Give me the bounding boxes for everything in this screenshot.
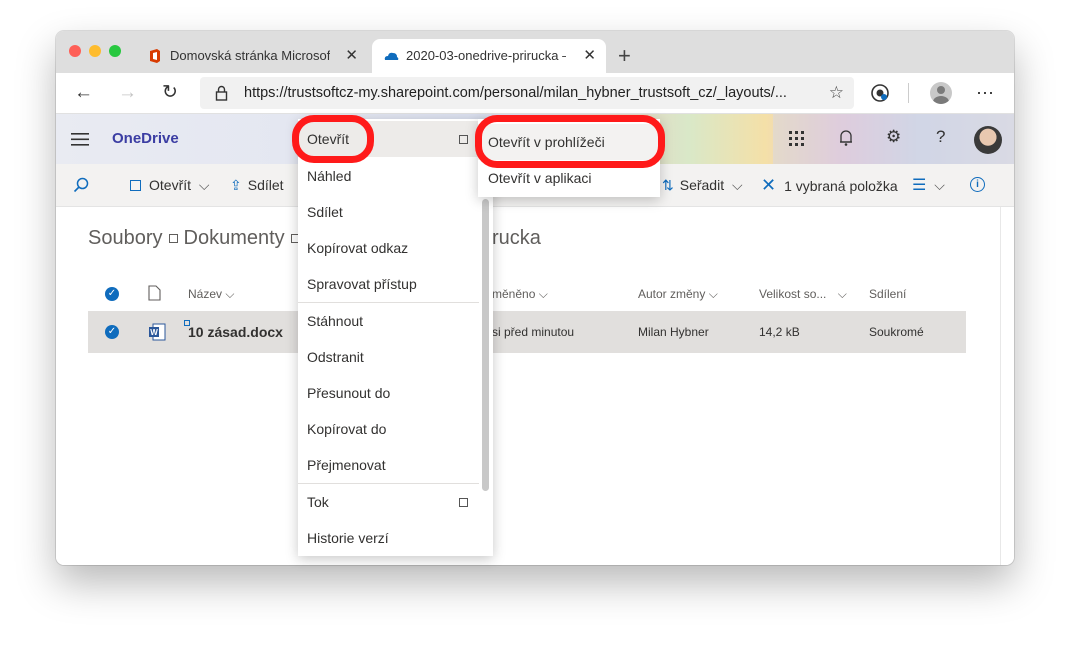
menu-item-preview[interactable]: Náhled — [298, 158, 479, 194]
chevron-down-icon: ⌵ — [198, 177, 210, 193]
tab-office-home[interactable]: Domovská stránka Microsoft O ✕ — [136, 39, 368, 73]
profile-icon[interactable] — [930, 82, 952, 104]
tab-onedrive[interactable]: 2020-03-onedrive-prirucka – O ✕ — [372, 39, 606, 73]
sort-command[interactable]: ⇅ Seřadit ⌵ — [662, 164, 743, 206]
open-command[interactable]: Otevřít ⌵ — [130, 164, 210, 206]
column-header-modified[interactable]: měněno ⌵ — [492, 287, 548, 302]
address-bar[interactable]: https://trustsoftcz-my.sharepoint.com/pe… — [200, 77, 854, 109]
help-icon[interactable]: ? — [936, 127, 945, 147]
file-type-icon — [148, 285, 161, 301]
breadcrumb-folder[interactable]: Dokumenty — [184, 227, 285, 249]
reload-button[interactable]: ↻ — [162, 79, 178, 107]
view-options-command[interactable]: ☰ ⌵ — [912, 164, 945, 207]
more-options-icon[interactable]: ⋯ — [976, 79, 994, 107]
onedrive-icon — [384, 52, 399, 60]
office-icon — [150, 49, 160, 63]
open-icon — [130, 180, 141, 191]
column-header-size[interactable]: Velikost so... ⌵ — [759, 287, 847, 302]
breadcrumb-current: rucka — [492, 227, 541, 249]
menu-item-manage-access[interactable]: Spravovat přístup — [298, 266, 479, 302]
file-modified: si před minutou — [492, 325, 575, 339]
chevron-down-icon: ⌵ — [731, 177, 743, 193]
menu-item-delete[interactable]: Odstranit — [298, 339, 479, 375]
page-scrollbar[interactable] — [1000, 207, 1014, 565]
menu-item-flow[interactable]: Tok — [298, 484, 479, 520]
svg-text:W: W — [150, 328, 158, 337]
submenu-indicator-icon — [459, 135, 468, 144]
breadcrumb: Soubory Dokumenty — [88, 227, 306, 250]
share-label: Sdílet — [247, 177, 284, 193]
row-checkbox[interactable]: ✓ — [105, 325, 119, 339]
column-header-sharing[interactable]: Sdílení — [869, 287, 906, 301]
close-icon: ✕ — [761, 175, 777, 195]
file-size: 14,2 kB — [759, 325, 800, 339]
separator-icon — [168, 234, 178, 244]
menu-scrollbar[interactable] — [482, 199, 489, 491]
column-header-modified-by[interactable]: Autor změny ⌵ — [638, 287, 718, 302]
share-command[interactable]: ⇪ Sdílet — [230, 164, 284, 206]
toolbar-divider — [908, 83, 909, 103]
close-tab-icon[interactable]: ✕ — [583, 39, 596, 73]
submenu-indicator-icon — [459, 498, 468, 507]
minimize-window-button[interactable] — [89, 45, 101, 57]
chevron-down-icon: ⌵ — [837, 287, 847, 301]
menu-item-version-history[interactable]: Historie verzí — [298, 520, 479, 556]
view-list-icon: ☰ — [912, 177, 927, 194]
share-icon: ⇪ — [230, 177, 242, 193]
app-brand[interactable]: OneDrive — [112, 114, 179, 164]
select-all-checkbox[interactable]: ✓ — [105, 287, 119, 301]
file-author: Milan Hybner — [638, 325, 709, 339]
tab-title: Domovská stránka Microsoft O — [170, 48, 330, 63]
breadcrumb-root[interactable]: Soubory — [88, 227, 163, 249]
forward-button[interactable]: → — [118, 79, 137, 107]
context-menu: Otevřít Náhled Sdílet Kopírovat odkaz Sp… — [298, 119, 493, 556]
menu-item-share[interactable]: Sdílet — [298, 194, 479, 230]
chevron-down-icon: ⌵ — [934, 177, 945, 193]
search-icon[interactable] — [73, 177, 89, 193]
hamburger-icon[interactable] — [71, 133, 89, 146]
gear-icon[interactable]: ⚙ — [886, 127, 901, 147]
word-doc-icon: W — [149, 323, 166, 341]
menu-item-rename[interactable]: Přejmenovat — [298, 447, 479, 483]
bell-icon[interactable] — [839, 129, 853, 147]
chevron-down-icon: ⌵ — [538, 287, 548, 301]
table-row[interactable]: ✓ W 10 zásad.docx si před minutou Milan … — [88, 311, 966, 353]
chevron-down-icon: ⌵ — [225, 287, 235, 301]
url-text: https://trustsoftcz-my.sharepoint.com/pe… — [244, 85, 787, 101]
file-list-area: Soubory Dokumenty rucka ✓ Název ⌵ měněno … — [56, 207, 1000, 565]
menu-item-copy-link[interactable]: Kopírovat odkaz — [298, 230, 479, 266]
close-tab-icon[interactable]: ✕ — [345, 39, 358, 73]
back-button[interactable]: ← — [74, 79, 93, 107]
maximize-window-button[interactable] — [109, 45, 121, 57]
avatar[interactable] — [974, 126, 1002, 154]
file-name[interactable]: 10 zásad.docx — [188, 311, 283, 353]
file-sharing: Soukromé — [869, 325, 924, 339]
selected-count: 1 vybraná položka — [784, 178, 898, 194]
new-tab-button[interactable]: + — [618, 40, 631, 72]
highlight-ring — [475, 115, 665, 168]
open-label: Otevřít — [149, 177, 192, 193]
browser-toolbar: ← → ↻ https://trustsoftcz-my.sharepoint.… — [56, 73, 1014, 114]
sort-label: Seřadit — [679, 177, 725, 193]
lock-icon — [215, 85, 228, 101]
browser-window: Domovská stránka Microsoft O ✕ 2020-03-o… — [56, 31, 1014, 565]
menu-item-copy-to[interactable]: Kopírovat do — [298, 411, 479, 447]
favorite-star-icon[interactable]: ☆ — [829, 77, 844, 109]
sort-icon: ⇅ — [662, 177, 674, 193]
extension-icon[interactable] — [871, 84, 889, 102]
clear-selection-command[interactable]: ✕ 1 vybraná položka — [761, 164, 898, 207]
app-launcher-icon[interactable] — [789, 131, 805, 147]
menu-item-move-to[interactable]: Přesunout do — [298, 375, 479, 411]
tab-strip: Domovská stránka Microsoft O ✕ 2020-03-o… — [56, 31, 1014, 73]
highlight-ring — [292, 115, 374, 163]
close-window-button[interactable] — [69, 45, 81, 57]
tab-title: 2020-03-onedrive-prirucka – O — [406, 48, 566, 63]
chevron-down-icon: ⌵ — [708, 287, 718, 301]
menu-item-download[interactable]: Stáhnout — [298, 303, 479, 339]
column-header-name[interactable]: Název ⌵ — [188, 287, 234, 302]
info-icon[interactable]: i — [970, 177, 985, 192]
